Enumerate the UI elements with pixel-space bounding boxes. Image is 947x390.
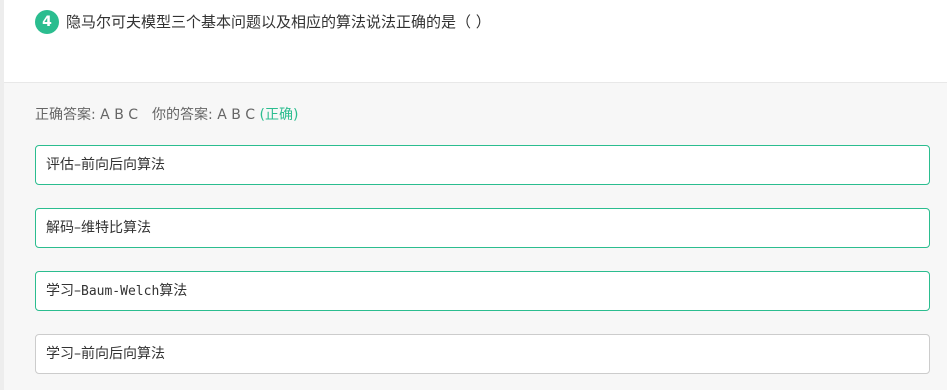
option-c-label: 学习–Baum-Welch算法 bbox=[46, 283, 188, 299]
your-answer: 你的答案: A B C bbox=[152, 107, 256, 123]
answer-result: (正确) bbox=[259, 107, 299, 123]
option-b-label: 解码–维特比算法 bbox=[46, 220, 151, 236]
question-card: 4 隐马尔可夫模型三个基本问题以及相应的算法说法正确的是（ ） 正确答案: A … bbox=[4, 0, 947, 390]
question-header: 4 隐马尔可夫模型三个基本问题以及相应的算法说法正确的是（ ） bbox=[4, 0, 947, 83]
option-b[interactable]: 解码–维特比算法 bbox=[35, 208, 930, 248]
question-text: 隐马尔可夫模型三个基本问题以及相应的算法说法正确的是（ ） bbox=[66, 13, 491, 31]
option-a[interactable]: 评估–前向后向算法 bbox=[35, 145, 930, 185]
option-c[interactable]: 学习–Baum-Welch算法 bbox=[35, 271, 930, 311]
correct-answer: 正确答案: A B C bbox=[35, 107, 139, 123]
option-a-label: 评估–前向后向算法 bbox=[46, 157, 165, 173]
answer-summary: 正确答案: A B C 你的答案: A B C (正确) bbox=[35, 105, 298, 125]
question-number-badge: 4 bbox=[35, 10, 59, 34]
option-d[interactable]: 学习–前向后向算法 bbox=[35, 334, 930, 374]
option-d-label: 学习–前向后向算法 bbox=[46, 346, 165, 362]
